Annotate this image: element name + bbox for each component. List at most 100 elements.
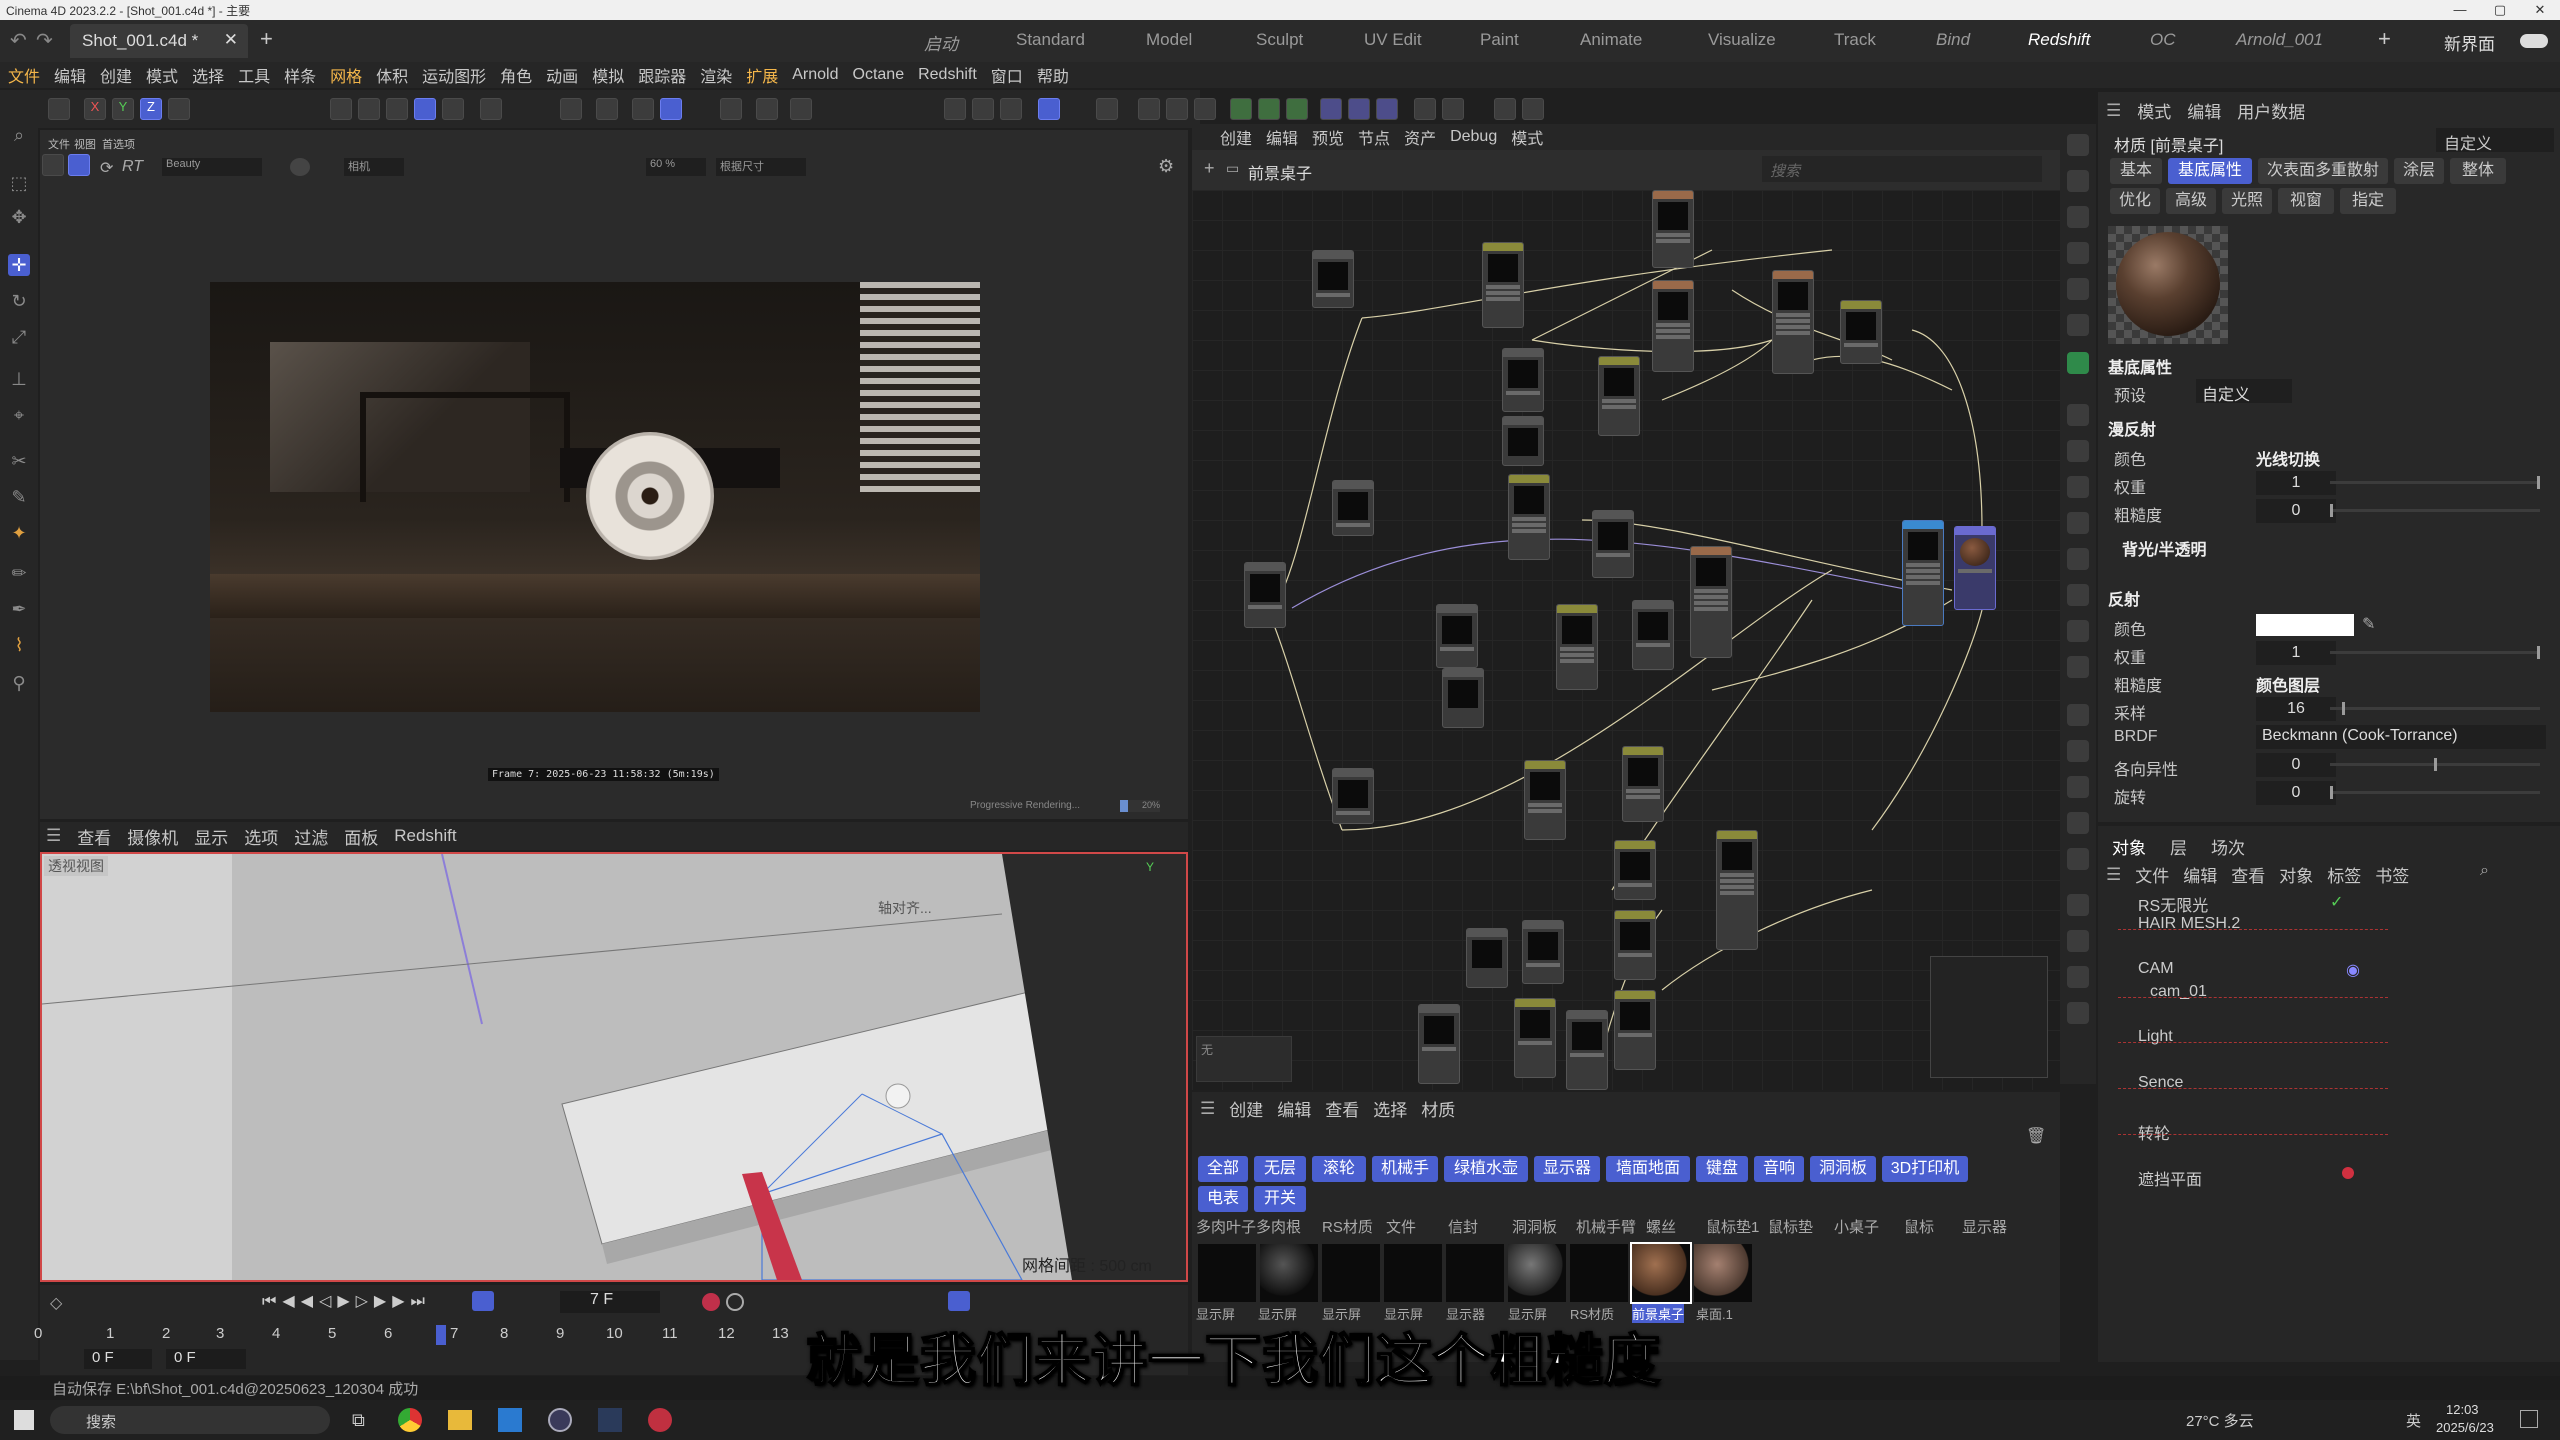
autokey-icon[interactable] [726,1293,744,1311]
spline-pen-icon[interactable]: ✒ [8,598,30,620]
om-tab-layers[interactable]: 层 [2170,834,2187,859]
filter-meter[interactable]: 电表 [1198,1186,1248,1212]
om-tab-takes[interactable]: 场次 [2211,834,2245,859]
vp-menu-redshift[interactable]: Redshift [394,826,456,846]
edges-mode-icon[interactable] [358,98,380,120]
axis-mode-icon[interactable] [480,98,502,120]
rs-material-icon[interactable] [2067,206,2089,228]
rv-menu-file[interactable]: 文件 [48,136,70,152]
recorder-icon[interactable] [648,1408,672,1432]
menu-volume[interactable]: 体积 [376,63,408,87]
rv-aov-select[interactable]: Beauty [162,158,262,176]
cinema4d-icon[interactable] [548,1408,572,1432]
chrome-icon[interactable] [398,1408,422,1432]
node-color-layer[interactable] [1652,280,1694,372]
reflection-roughness-value[interactable]: 颜色图层 [2256,672,2320,696]
preset-select[interactable]: 自定义 [2196,379,2292,404]
node-texture-1[interactable] [1482,242,1524,328]
menu-spline[interactable]: 样条 [284,63,316,87]
rs-volume-icon[interactable] [2067,966,2089,988]
layout-redshift[interactable]: Redshift [2028,30,2090,50]
mm-menu-material[interactable]: 材质 [1421,1096,1455,1121]
taskbar-date[interactable]: 2025/6/23 [2436,1420,2494,1435]
rs-camera-icon[interactable] [2067,704,2089,726]
rv-menu-view[interactable]: 视图 [74,136,96,152]
material-tag-icon[interactable] [2342,1167,2354,1179]
layout-bind[interactable]: Bind [1936,30,1970,50]
close-tab-icon[interactable]: ✕ [224,30,238,50]
twist-icon[interactable] [1376,98,1398,120]
select-tool-icon[interactable]: ⬚ [8,172,30,194]
redshift-rv-icon[interactable] [1038,98,1060,120]
filter-monitor[interactable]: 显示器 [1534,1156,1600,1182]
ne-menu-create[interactable]: 创建 [1220,125,1252,149]
keyframe-icon[interactable]: ◇ [50,1293,62,1313]
tab-basic[interactable]: 基本 [2110,158,2162,184]
node-texture-7[interactable] [1614,840,1656,900]
brdf-select[interactable]: Beckmann (Cook-Torrance) [2256,725,2546,749]
om-menu-edit[interactable]: 编辑 [2183,862,2217,887]
windows-start-icon[interactable] [14,1410,34,1430]
rs-area-icon[interactable] [2067,620,2089,642]
obj-row-cam[interactable]: CAM ◉ [2098,958,2560,980]
check-icon[interactable]: ✓ [2330,892,2343,912]
obj-row-hair-mesh[interactable]: HAIR MESH.2 [2098,913,2560,935]
menu-edit[interactable]: 编辑 [54,63,86,87]
tab-viewport[interactable]: 视窗 [2278,188,2334,214]
om-menu-tags[interactable]: 标签 [2327,862,2361,887]
rv-size-select[interactable]: 根据尺寸 [716,158,806,176]
filter-wall-floor[interactable]: 墙面地面 [1606,1156,1690,1182]
current-frame-field[interactable]: 7 F [560,1291,660,1313]
attr-menu-mode[interactable]: 模式 [2137,98,2171,123]
taskbar-search[interactable]: 搜索 [50,1406,330,1434]
notification-icon[interactable] [2520,1410,2538,1428]
layout-oc[interactable]: OC [2150,30,2176,50]
search-icon[interactable]: ⌕ [8,124,30,146]
layout-arnold[interactable]: Arnold_001 [2236,30,2323,50]
node-polygon-wood[interactable] [1312,250,1354,308]
menu-create[interactable]: 创建 [100,63,132,87]
rv-zoom-field[interactable]: 60 % [646,158,706,176]
undo-icon[interactable]: ↶ [10,28,27,53]
rv-render-icon[interactable] [42,154,64,176]
rs-settings-icon[interactable] [2067,170,2089,192]
points-mode-icon[interactable] [330,98,352,120]
node-layer-2[interactable] [1716,830,1758,950]
coordinate-system-icon[interactable] [168,98,190,120]
node-ramp[interactable] [1840,300,1882,364]
filter-plants[interactable]: 绿植水壶 [1444,1156,1528,1182]
menu-character[interactable]: 角色 [500,63,532,87]
tab-subsurface[interactable]: 次表面多重散射 [2258,158,2388,184]
attr-custom-select[interactable]: 自定义 [2436,128,2554,153]
transform-tool-icon[interactable]: ⌖ [8,404,30,426]
rotation-field[interactable]: 0 [2256,781,2336,805]
vp-menu-options[interactable]: 选项 [244,824,278,849]
app-icon[interactable] [598,1408,622,1432]
tab-base-properties[interactable]: 基底属性 [2168,158,2252,184]
layout-visualize[interactable]: Visualize [1708,30,1776,50]
ne-search-input[interactable]: 搜索 [1762,156,2042,182]
mat-thumb-5[interactable] [1508,1244,1566,1302]
menu-mesh[interactable]: 网格 [330,63,362,87]
mm-menu-edit[interactable]: 编辑 [1277,1096,1311,1121]
render-settings-icon[interactable] [790,98,812,120]
node-curvature[interactable] [1632,600,1674,670]
fracture-icon[interactable] [1258,98,1280,120]
subdivision-icon[interactable] [1166,98,1188,120]
record-icon[interactable] [702,1293,720,1311]
obj-row-sence[interactable]: Sence [2098,1072,2560,1094]
node-uv-2[interactable] [1418,1004,1460,1084]
ne-menu-preview[interactable]: 预览 [1312,125,1344,149]
rs-image-icon[interactable] [2067,894,2089,916]
diffuse-weight-slider[interactable] [2330,476,2540,489]
new-interface-label[interactable]: 新界面 [2444,30,2495,55]
mat-thumb-0[interactable] [1198,1244,1256,1302]
rs-camera-3-icon[interactable] [2067,776,2089,798]
menu-render[interactable]: 渲染 [700,63,732,87]
node-minimap[interactable] [1930,956,2048,1078]
mm-delete-icon[interactable]: 🗑 [2026,1126,2046,1146]
layout-sculpt[interactable]: Sculpt [1256,30,1303,50]
filter-robot-arm[interactable]: 机械手 [1372,1156,1438,1182]
filter-wheel[interactable]: 滚轮 [1312,1156,1366,1182]
filter-3d-printer[interactable]: 3D打印机 [1882,1156,1968,1182]
